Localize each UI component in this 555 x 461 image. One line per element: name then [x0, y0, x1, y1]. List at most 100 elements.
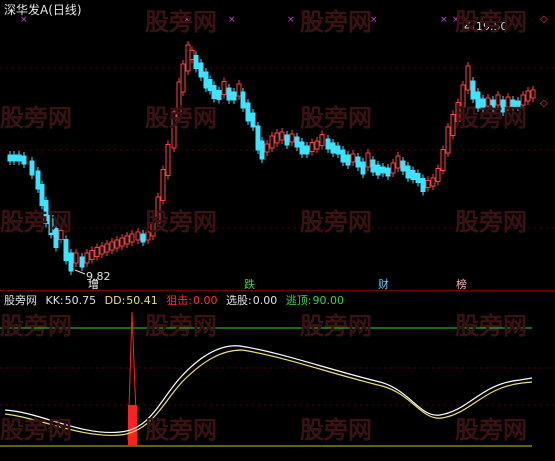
candle-body: [43, 200, 49, 224]
candle-body: [450, 114, 456, 136]
candle-body: [99, 245, 105, 255]
candle-body: [236, 83, 242, 97]
candle-body: [440, 149, 446, 171]
indicator-name: 股旁网: [4, 294, 37, 307]
candle-body: [425, 180, 431, 188]
candle-body: [370, 159, 376, 173]
cross-marker: ×: [183, 15, 191, 25]
candle-body: [530, 89, 536, 99]
candle-body: [259, 140, 265, 160]
candle-body: [410, 170, 416, 180]
candle-body: [385, 167, 391, 177]
candle-body: [255, 125, 261, 151]
candle-body: [53, 228, 59, 248]
candle-body: [155, 196, 161, 224]
candle-body: [180, 63, 186, 93]
xg-value: 0.00: [252, 294, 278, 307]
candle-body: [119, 237, 125, 247]
candle-body: [63, 239, 69, 261]
candle-body: [176, 81, 182, 119]
candle-body: [104, 243, 110, 253]
candle-body: [460, 84, 466, 108]
candle-body: [94, 247, 100, 257]
candle-body: [48, 215, 54, 235]
candle-body: [500, 99, 506, 113]
candle-body: [165, 144, 171, 176]
diamond-marker: ◇: [540, 14, 548, 25]
candle-body: [216, 90, 222, 100]
candle-body: [39, 184, 45, 206]
candle-body: [455, 102, 461, 122]
candle-body: [445, 126, 451, 154]
cross-marker: ×: [440, 15, 448, 25]
candle-body: [420, 178, 426, 192]
panel-separator: [0, 290, 555, 291]
candle-body: [314, 140, 320, 150]
kk-line: [4, 345, 533, 434]
diamond-marker: ◇: [540, 98, 548, 109]
candle-body: [279, 131, 285, 141]
candle-body: [124, 235, 130, 245]
cross-marker: ×: [228, 15, 236, 25]
candle-body: [309, 142, 315, 152]
candle-body: [435, 168, 441, 182]
kk-label: KK:: [45, 294, 64, 307]
candle-body: [240, 91, 246, 109]
cross-marker: ×: [462, 15, 470, 25]
candle-body: [193, 55, 199, 69]
dd-value: 50.41: [126, 294, 158, 307]
zj-label: 狙击:: [166, 294, 193, 307]
candle-body: [475, 91, 481, 109]
candle-body: [284, 134, 290, 146]
candle-body: [405, 165, 411, 179]
zj-value: 0.00: [193, 294, 218, 307]
candle-body: [68, 252, 74, 272]
dd-label: DD:: [104, 294, 126, 307]
candle-body: [135, 231, 141, 241]
candle-body: [395, 155, 401, 169]
indicator-readout: 股旁网 KK:50.75 DD:50.41 狙击:0.00 选股:0.00 逃顶…: [4, 292, 349, 308]
candle-body: [430, 177, 436, 187]
candle-body: [485, 97, 491, 107]
candle-body: [73, 252, 79, 264]
candle-body: [340, 149, 346, 163]
candle-body: [490, 99, 496, 109]
candle-body: [264, 143, 270, 153]
candle-body: [299, 141, 305, 155]
candle-body: [505, 96, 511, 108]
candle-body: [380, 166, 386, 174]
candle-body: [520, 94, 526, 106]
candle-body: [171, 111, 177, 149]
candle-body: [289, 133, 295, 143]
cross-marker: ×: [287, 15, 295, 25]
high-price-label: 19.50: [476, 20, 508, 33]
candle-body: [16, 154, 22, 162]
candle-body: [203, 71, 209, 89]
candle-body: [58, 230, 64, 240]
candle-body: [160, 169, 166, 201]
candle-body: [21, 155, 27, 165]
candle-body: [274, 132, 280, 144]
candle-body: [185, 44, 191, 72]
cross-marker: ×: [370, 15, 378, 25]
chart-title: 深华发A(日线): [4, 3, 82, 17]
candle-body: [360, 161, 366, 175]
candle-body: [145, 231, 151, 241]
candle-body: [495, 94, 501, 106]
chart-canvas: × × × × × × × × ◇◇: [0, 14, 555, 447]
candle-body: [330, 142, 336, 154]
candle-body: [114, 239, 120, 249]
candle-body: [510, 99, 516, 109]
candle-body: [345, 154, 351, 166]
candle-body: [140, 233, 146, 243]
candle-body: [226, 87, 232, 101]
candle-body: [515, 100, 521, 108]
xg-label: 选股:: [226, 294, 252, 307]
candle-body: [84, 252, 90, 264]
candle-body: [304, 145, 310, 155]
candle-body: [29, 160, 35, 176]
td-value: 90.00: [312, 294, 344, 307]
low-marker-line: [74, 269, 86, 275]
candle-body: [415, 173, 421, 183]
candle-body: [231, 91, 237, 101]
